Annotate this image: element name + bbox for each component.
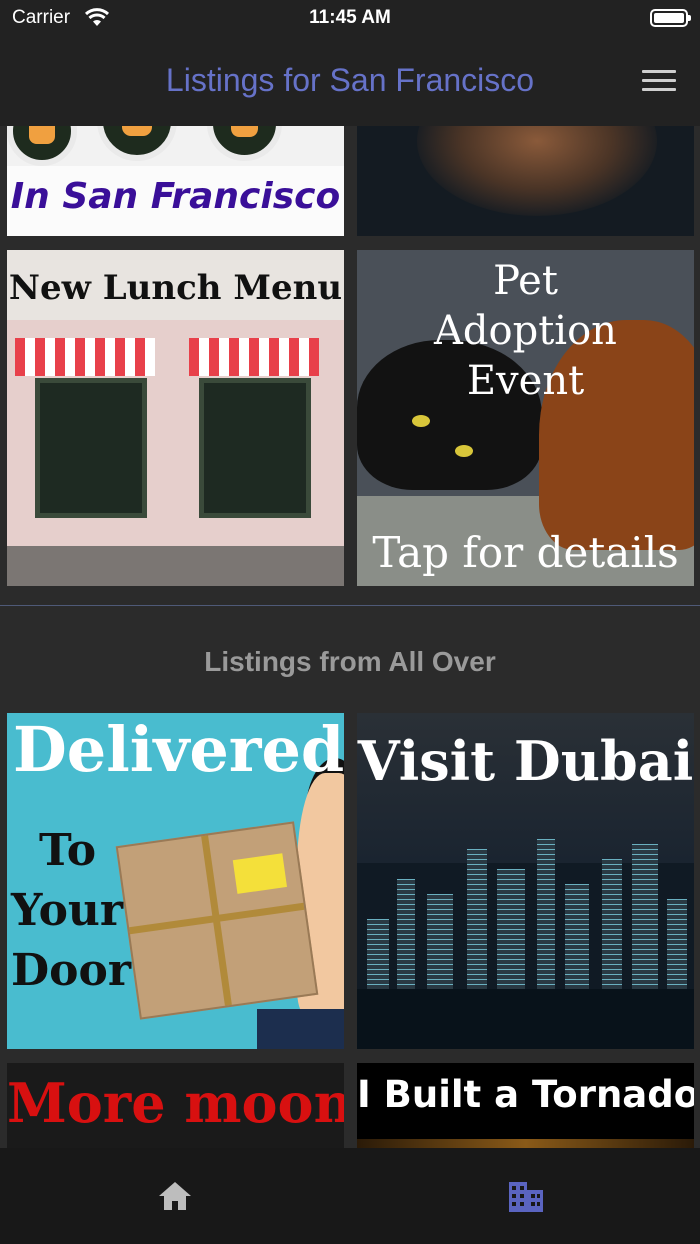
listing-tile-sushi[interactable]: In San Francisco — [7, 126, 344, 236]
listing-caption: New Lunch Menu — [8, 268, 343, 308]
section-divider — [0, 605, 700, 606]
listing-tile-delivered[interactable]: Delivered To Your Door — [7, 713, 344, 1049]
sushi-image — [97, 126, 177, 161]
page-title: Listings for San Francisco — [165, 62, 535, 98]
tab-bar — [0, 1148, 700, 1244]
listing-caption: Delivered — [13, 713, 344, 786]
food-image — [417, 126, 657, 216]
status-bar: Carrier 11:45 AM — [0, 0, 700, 40]
listing-caption-word: Your — [11, 885, 124, 936]
battery-level — [654, 13, 684, 23]
battery-icon — [650, 9, 691, 27]
hamburger-menu-icon[interactable] — [642, 70, 676, 94]
listing-caption-word: To — [39, 825, 97, 876]
listing-caption: More moon — [7, 1071, 344, 1135]
listing-tile-dubai[interactable]: Visit Dubai — [357, 713, 694, 1049]
listing-caption: Visit Dubai — [357, 729, 694, 793]
section-header: Listings from All Over — [204, 646, 496, 677]
navigation-bar: Listings for San Francisco — [0, 40, 700, 126]
tab-home[interactable] — [155, 1176, 195, 1216]
listing-subcaption: Tap for details — [372, 528, 679, 577]
storefront-image — [7, 320, 344, 586]
sushi-image — [7, 126, 77, 166]
listing-caption-word: Door — [11, 945, 132, 996]
listing-tile-tornado[interactable]: I Built a Tornado — [357, 1063, 694, 1148]
listing-caption: In San Francisco — [10, 176, 341, 217]
listing-tile-dark-food[interactable] — [357, 126, 694, 236]
listings-scroll-view[interactable]: In San Francisco New Lunch Menu Pet Adop… — [0, 126, 700, 1148]
listing-tile-lunch-menu[interactable]: New Lunch Menu — [7, 250, 344, 586]
tab-listings[interactable] — [505, 1176, 545, 1216]
building-icon — [509, 1182, 543, 1212]
listing-caption: Pet Adoption Event — [434, 258, 617, 404]
listing-caption: I Built a Tornado — [357, 1073, 694, 1116]
city-skyline-image — [357, 829, 694, 989]
status-time: 11:45 AM — [309, 7, 391, 28]
listing-tile-pet-adoption[interactable]: Pet Adoption Event Tap for details — [357, 250, 694, 586]
sushi-image — [207, 126, 282, 161]
home-icon — [159, 1182, 191, 1210]
listing-tile-more-moon[interactable]: More moon — [7, 1063, 344, 1148]
package-image — [115, 821, 319, 1020]
